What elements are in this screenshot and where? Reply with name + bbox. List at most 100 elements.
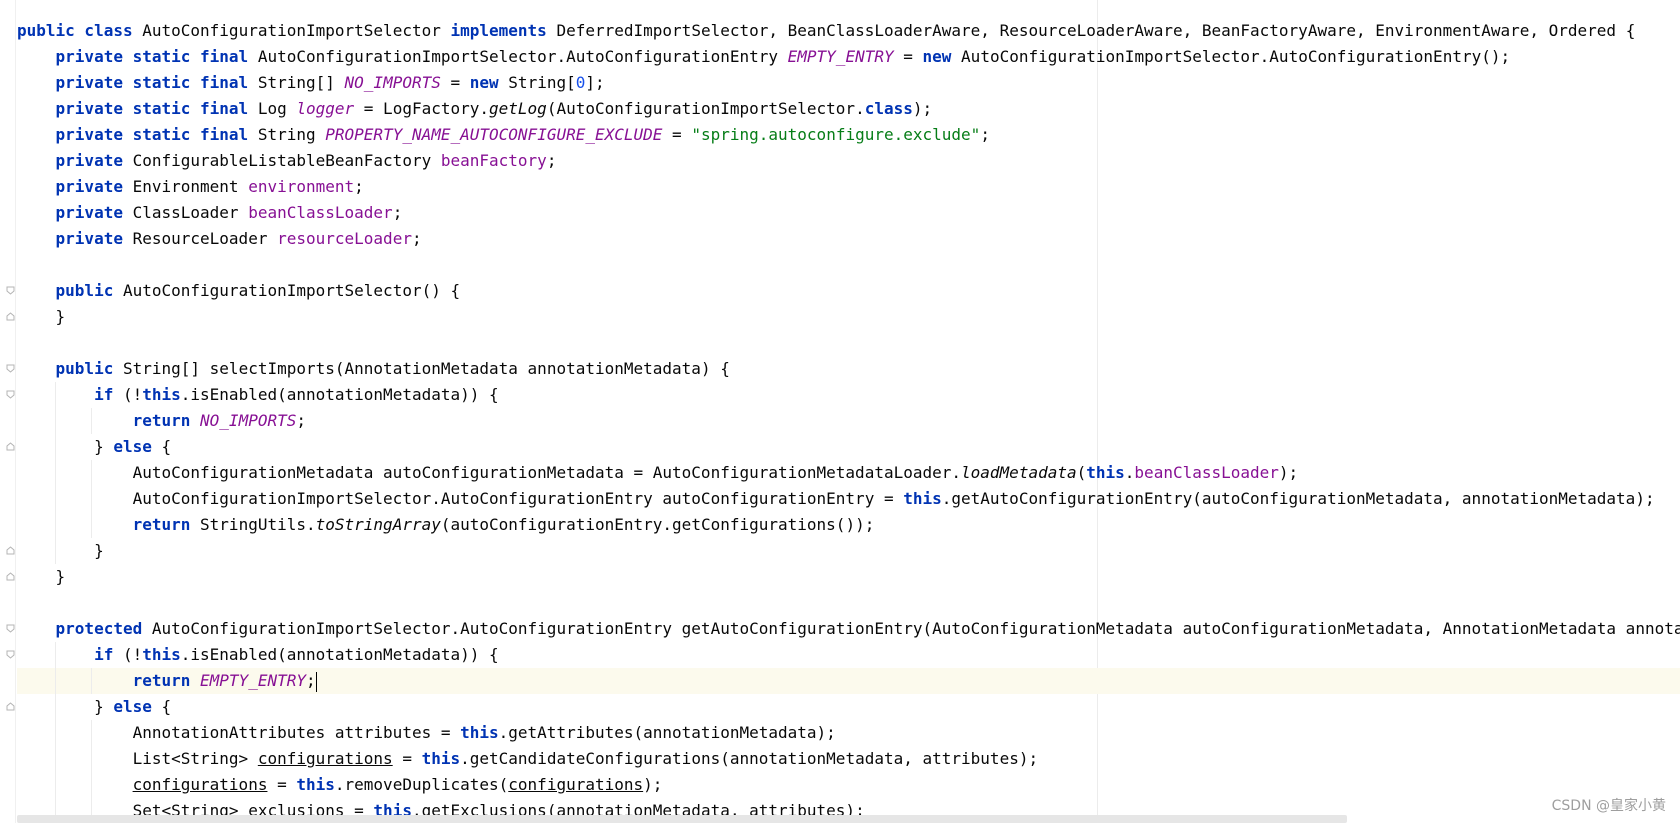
code-token: List<String> — [17, 749, 258, 768]
fold-end-icon[interactable] — [6, 546, 15, 555]
code-line[interactable]: private static final String PROPERTY_NAM… — [17, 122, 1680, 148]
code-token: = — [440, 73, 470, 92]
code-token: configurations — [257, 749, 393, 768]
code-token: beanFactory — [440, 151, 547, 170]
indent-guide — [91, 746, 92, 772]
code-line[interactable]: return EMPTY_ENTRY; — [17, 668, 1680, 694]
code-token: .getCandidateConfigurations(annotationMe… — [460, 749, 1039, 768]
indent-guide — [55, 642, 56, 668]
code-line[interactable]: return StringUtils.toStringArray(autoCon… — [17, 512, 1680, 538]
fold-collapse-icon[interactable] — [6, 364, 15, 373]
code-token: = LogFactory. — [354, 99, 490, 118]
code-line[interactable]: private static final String[] NO_IMPORTS… — [17, 70, 1680, 96]
code-line[interactable]: public String[] selectImports(Annotation… — [17, 356, 1680, 382]
fold-collapse-icon[interactable] — [6, 286, 15, 295]
code-line[interactable]: List<String> configurations = this.getCa… — [17, 746, 1680, 772]
code-token: = — [267, 775, 297, 794]
code-line[interactable]: configurations = this.removeDuplicates(c… — [17, 772, 1680, 798]
code-token: ; — [411, 229, 422, 248]
code-token: ); — [643, 775, 663, 794]
code-token: ( — [1076, 463, 1087, 482]
code-area[interactable]: public class AutoConfigurationImportSele… — [17, 18, 1680, 823]
code-token: public class — [17, 21, 143, 40]
code-token: if — [94, 645, 123, 664]
code-line[interactable]: public class AutoConfigurationImportSele… — [17, 18, 1680, 44]
code-token: AutoConfigurationImportSelector — [142, 21, 451, 40]
code-line[interactable]: private ResourceLoader resourceLoader; — [17, 226, 1680, 252]
code-line[interactable]: private static final AutoConfigurationIm… — [17, 44, 1680, 70]
code-token: ; — [392, 203, 403, 222]
horizontal-scrollbar[interactable] — [17, 815, 1347, 823]
fold-collapse-icon[interactable] — [6, 390, 15, 399]
code-token: String[] selectImports(AnnotationMetadat… — [122, 359, 730, 378]
code-token: ; — [546, 151, 557, 170]
indent-guide — [55, 512, 56, 538]
code-token: protected — [55, 619, 152, 638]
code-line[interactable]: AutoConfigurationMetadata autoConfigurat… — [17, 460, 1680, 486]
code-token: logger — [296, 99, 355, 118]
code-token: "spring.autoconfigure.exclude" — [691, 125, 981, 144]
code-token: AutoConfigurationImportSelector.AutoConf… — [151, 619, 1680, 638]
code-line[interactable] — [17, 252, 1680, 278]
code-token: private — [55, 177, 133, 196]
code-line[interactable]: if (!this.isEnabled(annotationMetadata))… — [17, 382, 1680, 408]
code-token: EMPTY_ENTRY — [787, 47, 894, 66]
code-line[interactable]: } — [17, 564, 1680, 590]
code-token: new — [922, 47, 962, 66]
code-token: (! — [122, 645, 143, 664]
fold-collapse-icon[interactable] — [6, 624, 15, 633]
code-token: else — [113, 697, 162, 716]
code-token: private — [55, 229, 133, 248]
code-line[interactable]: } — [17, 538, 1680, 564]
code-token: public — [55, 281, 123, 300]
editor-gutter[interactable] — [0, 0, 16, 823]
code-line[interactable]: private Environment environment; — [17, 174, 1680, 200]
code-token: private — [55, 203, 133, 222]
code-line[interactable]: protected AutoConfigurationImportSelecto… — [17, 616, 1680, 642]
code-line[interactable]: } else { — [17, 694, 1680, 720]
code-line[interactable]: if (!this.isEnabled(annotationMetadata))… — [17, 642, 1680, 668]
indent-guide — [55, 486, 56, 512]
fold-collapse-icon[interactable] — [6, 650, 15, 659]
code-token: { — [161, 697, 172, 716]
code-token: String[ — [508, 73, 576, 92]
fold-end-icon[interactable] — [6, 572, 15, 581]
code-token: Log — [257, 99, 297, 118]
code-token: = — [392, 749, 422, 768]
code-line[interactable]: return NO_IMPORTS; — [17, 408, 1680, 434]
code-token: beanClassLoader — [248, 203, 393, 222]
code-line[interactable]: private ClassLoader beanClassLoader; — [17, 200, 1680, 226]
fold-end-icon[interactable] — [6, 702, 15, 711]
code-token: return — [132, 515, 201, 534]
code-line[interactable]: AutoConfigurationImportSelector.AutoConf… — [17, 486, 1680, 512]
code-token: return — [132, 671, 201, 690]
code-token: private static final — [55, 99, 258, 118]
code-line[interactable]: public AutoConfigurationImportSelector()… — [17, 278, 1680, 304]
code-token: this — [142, 645, 181, 664]
code-line[interactable] — [17, 590, 1680, 616]
code-editor[interactable]: public class AutoConfigurationImportSele… — [0, 0, 1680, 823]
code-token: . — [1124, 463, 1135, 482]
code-line[interactable]: AnnotationAttributes attributes = this.g… — [17, 720, 1680, 746]
code-line[interactable]: private ConfigurableListableBeanFactory … — [17, 148, 1680, 174]
code-line[interactable]: } — [17, 304, 1680, 330]
code-token: private static final — [55, 73, 258, 92]
indent-guide — [91, 668, 92, 694]
indent-guide — [55, 382, 56, 408]
fold-end-icon[interactable] — [6, 442, 15, 451]
code-token: this — [903, 489, 942, 508]
fold-end-icon[interactable] — [6, 312, 15, 321]
code-line[interactable]: } else { — [17, 434, 1680, 460]
code-token: this — [460, 723, 499, 742]
code-line[interactable]: private static final Log logger = LogFac… — [17, 96, 1680, 122]
code-token: String — [257, 125, 326, 144]
indent-guide — [55, 538, 56, 564]
code-line[interactable] — [17, 330, 1680, 356]
